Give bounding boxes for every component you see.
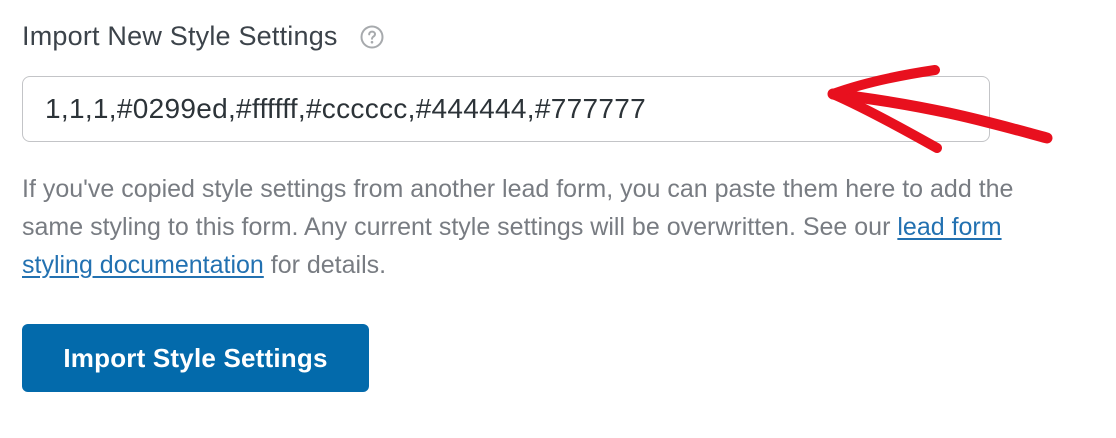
import-style-settings-panel: Import New Style Settings If you've copi…	[22, 18, 1022, 392]
field-description: If you've copied style settings from ano…	[22, 170, 1022, 284]
question-circle-icon[interactable]	[360, 25, 384, 49]
description-text-end: for details.	[263, 251, 387, 279]
style-settings-input[interactable]	[23, 77, 989, 141]
field-label-row: Import New Style Settings	[22, 18, 1022, 54]
description-text: If you've copied style settings from ano…	[22, 175, 1014, 241]
style-settings-input-wrapper	[22, 76, 990, 142]
import-style-settings-button[interactable]: Import Style Settings	[22, 324, 369, 392]
field-label: Import New Style Settings	[22, 20, 338, 51]
